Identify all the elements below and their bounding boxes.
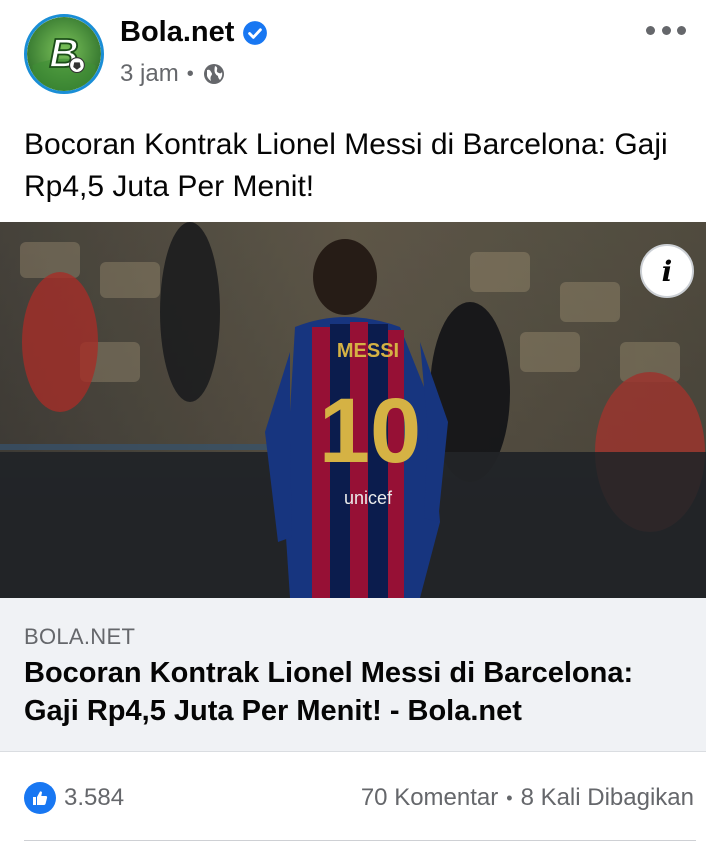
post-message: Bocoran Kontrak Lionel Messi di Barcelon… bbox=[24, 128, 668, 203]
more-dot bbox=[646, 25, 655, 35]
link-domain: BOLA.NET bbox=[24, 624, 136, 649]
page-avatar[interactable]: B bbox=[24, 14, 104, 94]
post-header: B Bola.net 3 jam • bbox=[0, 0, 706, 110]
link-title[interactable]: Bocoran Kontrak Lionel Messi di Barcelon… bbox=[24, 654, 684, 730]
meta-separator: • bbox=[186, 62, 194, 85]
like-count[interactable]: 3.584 bbox=[64, 784, 124, 812]
post-time[interactable]: 3 jam bbox=[120, 60, 179, 88]
comment-count[interactable]: 70 Komentar bbox=[361, 784, 498, 812]
bola-net-logo: B bbox=[27, 17, 101, 91]
link-preview-image[interactable]: MESSI 10 unicef bbox=[0, 222, 706, 598]
messi-photo: MESSI 10 unicef bbox=[0, 222, 706, 598]
verified-badge-icon bbox=[242, 20, 268, 46]
comment-share-stats: 70 Komentar • 8 Kali Dibagikan bbox=[361, 784, 694, 812]
link-preview[interactable]: BOLA.NET Bocoran Kontrak Lionel Messi di… bbox=[0, 598, 706, 752]
globe-icon[interactable] bbox=[202, 62, 226, 86]
more-dot bbox=[661, 25, 671, 35]
page-name-row: Bola.net bbox=[120, 16, 268, 49]
share-count[interactable]: 8 Kali Dibagikan bbox=[521, 784, 694, 812]
more-dot bbox=[677, 25, 686, 35]
more-options-icon[interactable] bbox=[646, 18, 686, 42]
post-meta: 3 jam • bbox=[120, 60, 226, 88]
info-icon[interactable]: i bbox=[640, 244, 694, 298]
engagement-bar: 3.584 70 Komentar • 8 Kali Dibagikan bbox=[0, 752, 706, 845]
divider bbox=[24, 840, 696, 841]
page-name[interactable]: Bola.net bbox=[120, 16, 234, 49]
stats-separator: • bbox=[506, 787, 513, 808]
like-icon[interactable] bbox=[24, 782, 56, 814]
